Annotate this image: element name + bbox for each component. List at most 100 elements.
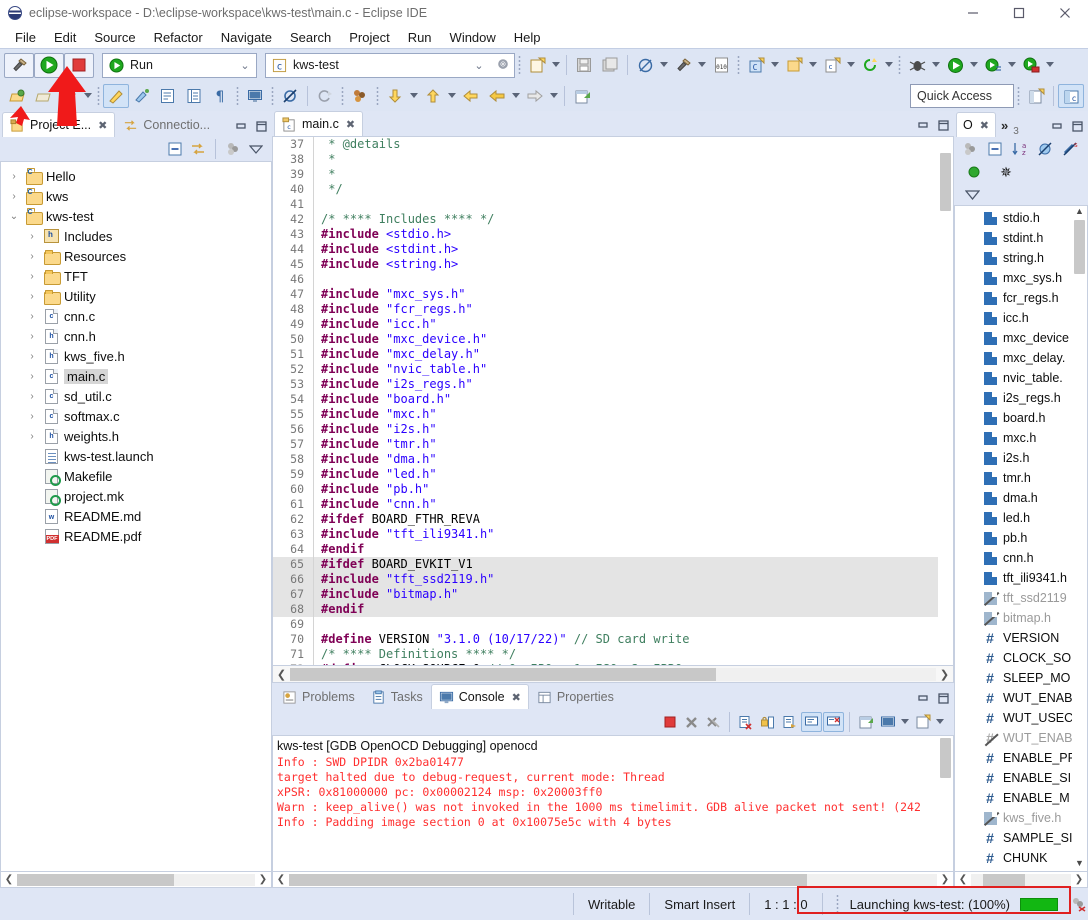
code-line[interactable]: 51 #include "mxc_delay.h" — [273, 347, 953, 363]
code-line[interactable]: 40 */ — [273, 182, 953, 198]
code-line[interactable]: 71 /* **** Definitions **** */ — [273, 647, 953, 663]
remove-launch-icon[interactable] — [681, 712, 702, 732]
outline-item[interactable]: nvic_table. — [955, 368, 1087, 388]
tree-item[interactable]: › h kws_five.h — [1, 346, 271, 366]
open-project-icon[interactable] — [4, 84, 30, 108]
outline-item[interactable]: icc.h — [955, 308, 1087, 328]
tab-tasks[interactable]: Tasks — [363, 684, 431, 709]
menu-file[interactable]: File — [6, 28, 45, 47]
chevron-down-icon[interactable] — [408, 85, 420, 107]
code-line[interactable]: 68 #endif — [273, 602, 953, 618]
scroll-track[interactable] — [971, 873, 1071, 886]
close-button[interactable] — [1042, 0, 1088, 26]
tree-twisty[interactable]: › — [25, 311, 39, 322]
menu-edit[interactable]: Edit — [45, 28, 85, 47]
last-edit-location-icon[interactable] — [458, 84, 484, 108]
hide-static-icon[interactable]: s — [1060, 139, 1080, 159]
collapse-all-icon[interactable] — [165, 139, 185, 159]
tree-twisty[interactable]: ⌄ — [7, 211, 21, 222]
run-button[interactable] — [34, 52, 64, 78]
outline-item[interactable]: tmr.h — [955, 468, 1087, 488]
scroll-left-icon[interactable]: ❮ — [273, 874, 289, 885]
outline-item[interactable]: dma.h — [955, 488, 1087, 508]
tree-item[interactable]: › Includes — [1, 226, 271, 246]
toolbar-drag-handle[interactable] — [1016, 86, 1021, 106]
chevron-down-icon[interactable] — [883, 54, 895, 76]
toolbar-drag-handle[interactable] — [340, 86, 345, 106]
code-line[interactable]: 55 #include "mxc.h" — [273, 407, 953, 423]
code-line[interactable]: 62 #ifdef BOARD_FTHR_REVA — [273, 512, 953, 528]
chevron-down-icon[interactable] — [845, 54, 857, 76]
close-icon[interactable]: ✖ — [980, 119, 989, 132]
editor-hscrollbar[interactable]: ❮ ❯ — [272, 666, 954, 683]
code-line[interactable]: 50 #include "mxc_device.h" — [273, 332, 953, 348]
chevron-down-icon[interactable] — [769, 54, 781, 76]
view-menu-icon[interactable] — [962, 184, 982, 204]
scroll-left-icon[interactable]: ❮ — [955, 874, 971, 885]
outline-item[interactable]: board.h — [955, 408, 1087, 428]
tree-twisty[interactable]: › — [25, 251, 39, 262]
tree-twisty[interactable]: › — [25, 331, 39, 342]
skip-breakpoints-icon[interactable] — [277, 84, 303, 108]
chevron-down-icon[interactable] — [807, 54, 819, 76]
save-all-icon[interactable] — [597, 53, 623, 77]
build-config-icon[interactable] — [56, 84, 82, 108]
tab-connections[interactable]: Connectio... — [115, 112, 218, 137]
refresh-icon[interactable] — [857, 53, 883, 77]
run-history-icon[interactable] — [980, 53, 1006, 77]
outline-item[interactable]: # ENABLE_SI — [955, 768, 1087, 788]
scroll-track[interactable] — [290, 667, 936, 681]
toolbar-drag-handle[interactable] — [235, 86, 240, 106]
code-editor[interactable]: 37 * @details 38 * 39 * 40 */41 42/* **** In… — [272, 136, 954, 666]
tree-item[interactable]: › c main.c — [1, 366, 271, 386]
outline-item[interactable]: # SLEEP_MO — [955, 668, 1087, 688]
tree-twisty[interactable]: › — [7, 191, 21, 202]
scroll-left-icon[interactable]: ❮ — [1, 874, 17, 885]
pin-view-icon[interactable] — [877, 712, 898, 732]
tab-problems[interactable]: Problems — [274, 684, 363, 709]
tree-item[interactable]: › c softmax.c — [1, 406, 271, 426]
binary-file-icon[interactable]: 010 — [708, 53, 734, 77]
tree-twisty[interactable]: › — [25, 271, 39, 282]
outline-item[interactable]: cnn.h — [955, 548, 1087, 568]
close-icon[interactable]: ✖ — [512, 691, 521, 704]
outline-item[interactable]: stdio.h — [955, 208, 1087, 228]
open-resource-icon[interactable] — [347, 84, 373, 108]
close-icon[interactable]: ✖ — [346, 118, 355, 131]
menu-search[interactable]: Search — [281, 28, 340, 47]
minimize-outline-button[interactable] — [1050, 119, 1064, 133]
save-icon[interactable] — [571, 53, 597, 77]
tree-item[interactable]: › c sd_util.c — [1, 386, 271, 406]
outline-vscrollbar[interactable]: ▲ ▼ — [1072, 206, 1087, 871]
menu-refactor[interactable]: Refactor — [145, 28, 212, 47]
filters-icon[interactable] — [960, 139, 980, 159]
outline-item[interactable]: # WUT_USEC — [955, 708, 1087, 728]
previous-annotation-icon[interactable] — [420, 84, 446, 108]
remove-all-launches-icon[interactable] — [703, 712, 724, 732]
code-line[interactable]: 38 * — [273, 152, 953, 168]
sort-alphabetically-icon[interactable]: az — [1010, 139, 1030, 159]
outline-item[interactable]: pb.h — [955, 528, 1087, 548]
maximize-outline-button[interactable] — [1070, 119, 1084, 133]
c-cpp-perspective-icon[interactable]: c — [1058, 84, 1084, 108]
outline-item[interactable]: i2s_regs.h — [955, 388, 1087, 408]
chevron-down-icon[interactable] — [934, 711, 946, 733]
display-selected-console-icon[interactable] — [801, 712, 822, 732]
outline-item[interactable]: bitmap.h — [955, 608, 1087, 628]
maximize-view-button[interactable] — [254, 119, 268, 133]
code-line[interactable]: 43 #include <stdio.h> — [273, 227, 953, 243]
console-vscroll-thumb[interactable] — [940, 738, 951, 778]
gear-icon[interactable] — [494, 57, 512, 74]
open-type-icon[interactable] — [312, 84, 338, 108]
code-line[interactable]: 41 — [273, 197, 953, 213]
outline-item[interactable]: # ENABLE_PR — [955, 748, 1087, 768]
hide-macros-icon[interactable]: ✵ — [996, 162, 1016, 182]
minimize-editor-button[interactable] — [916, 118, 930, 132]
link-with-editor-icon[interactable] — [188, 139, 208, 159]
outline-item[interactable]: # CHUNK — [955, 848, 1087, 868]
outline-item[interactable]: mxc.h — [955, 428, 1087, 448]
scroll-track[interactable] — [289, 873, 937, 886]
next-annotation-icon[interactable] — [382, 84, 408, 108]
maximize-console-button[interactable] — [936, 691, 950, 705]
code-line[interactable]: 70 #define VERSION "3.1.0 (10/17/22)" // … — [273, 632, 953, 648]
